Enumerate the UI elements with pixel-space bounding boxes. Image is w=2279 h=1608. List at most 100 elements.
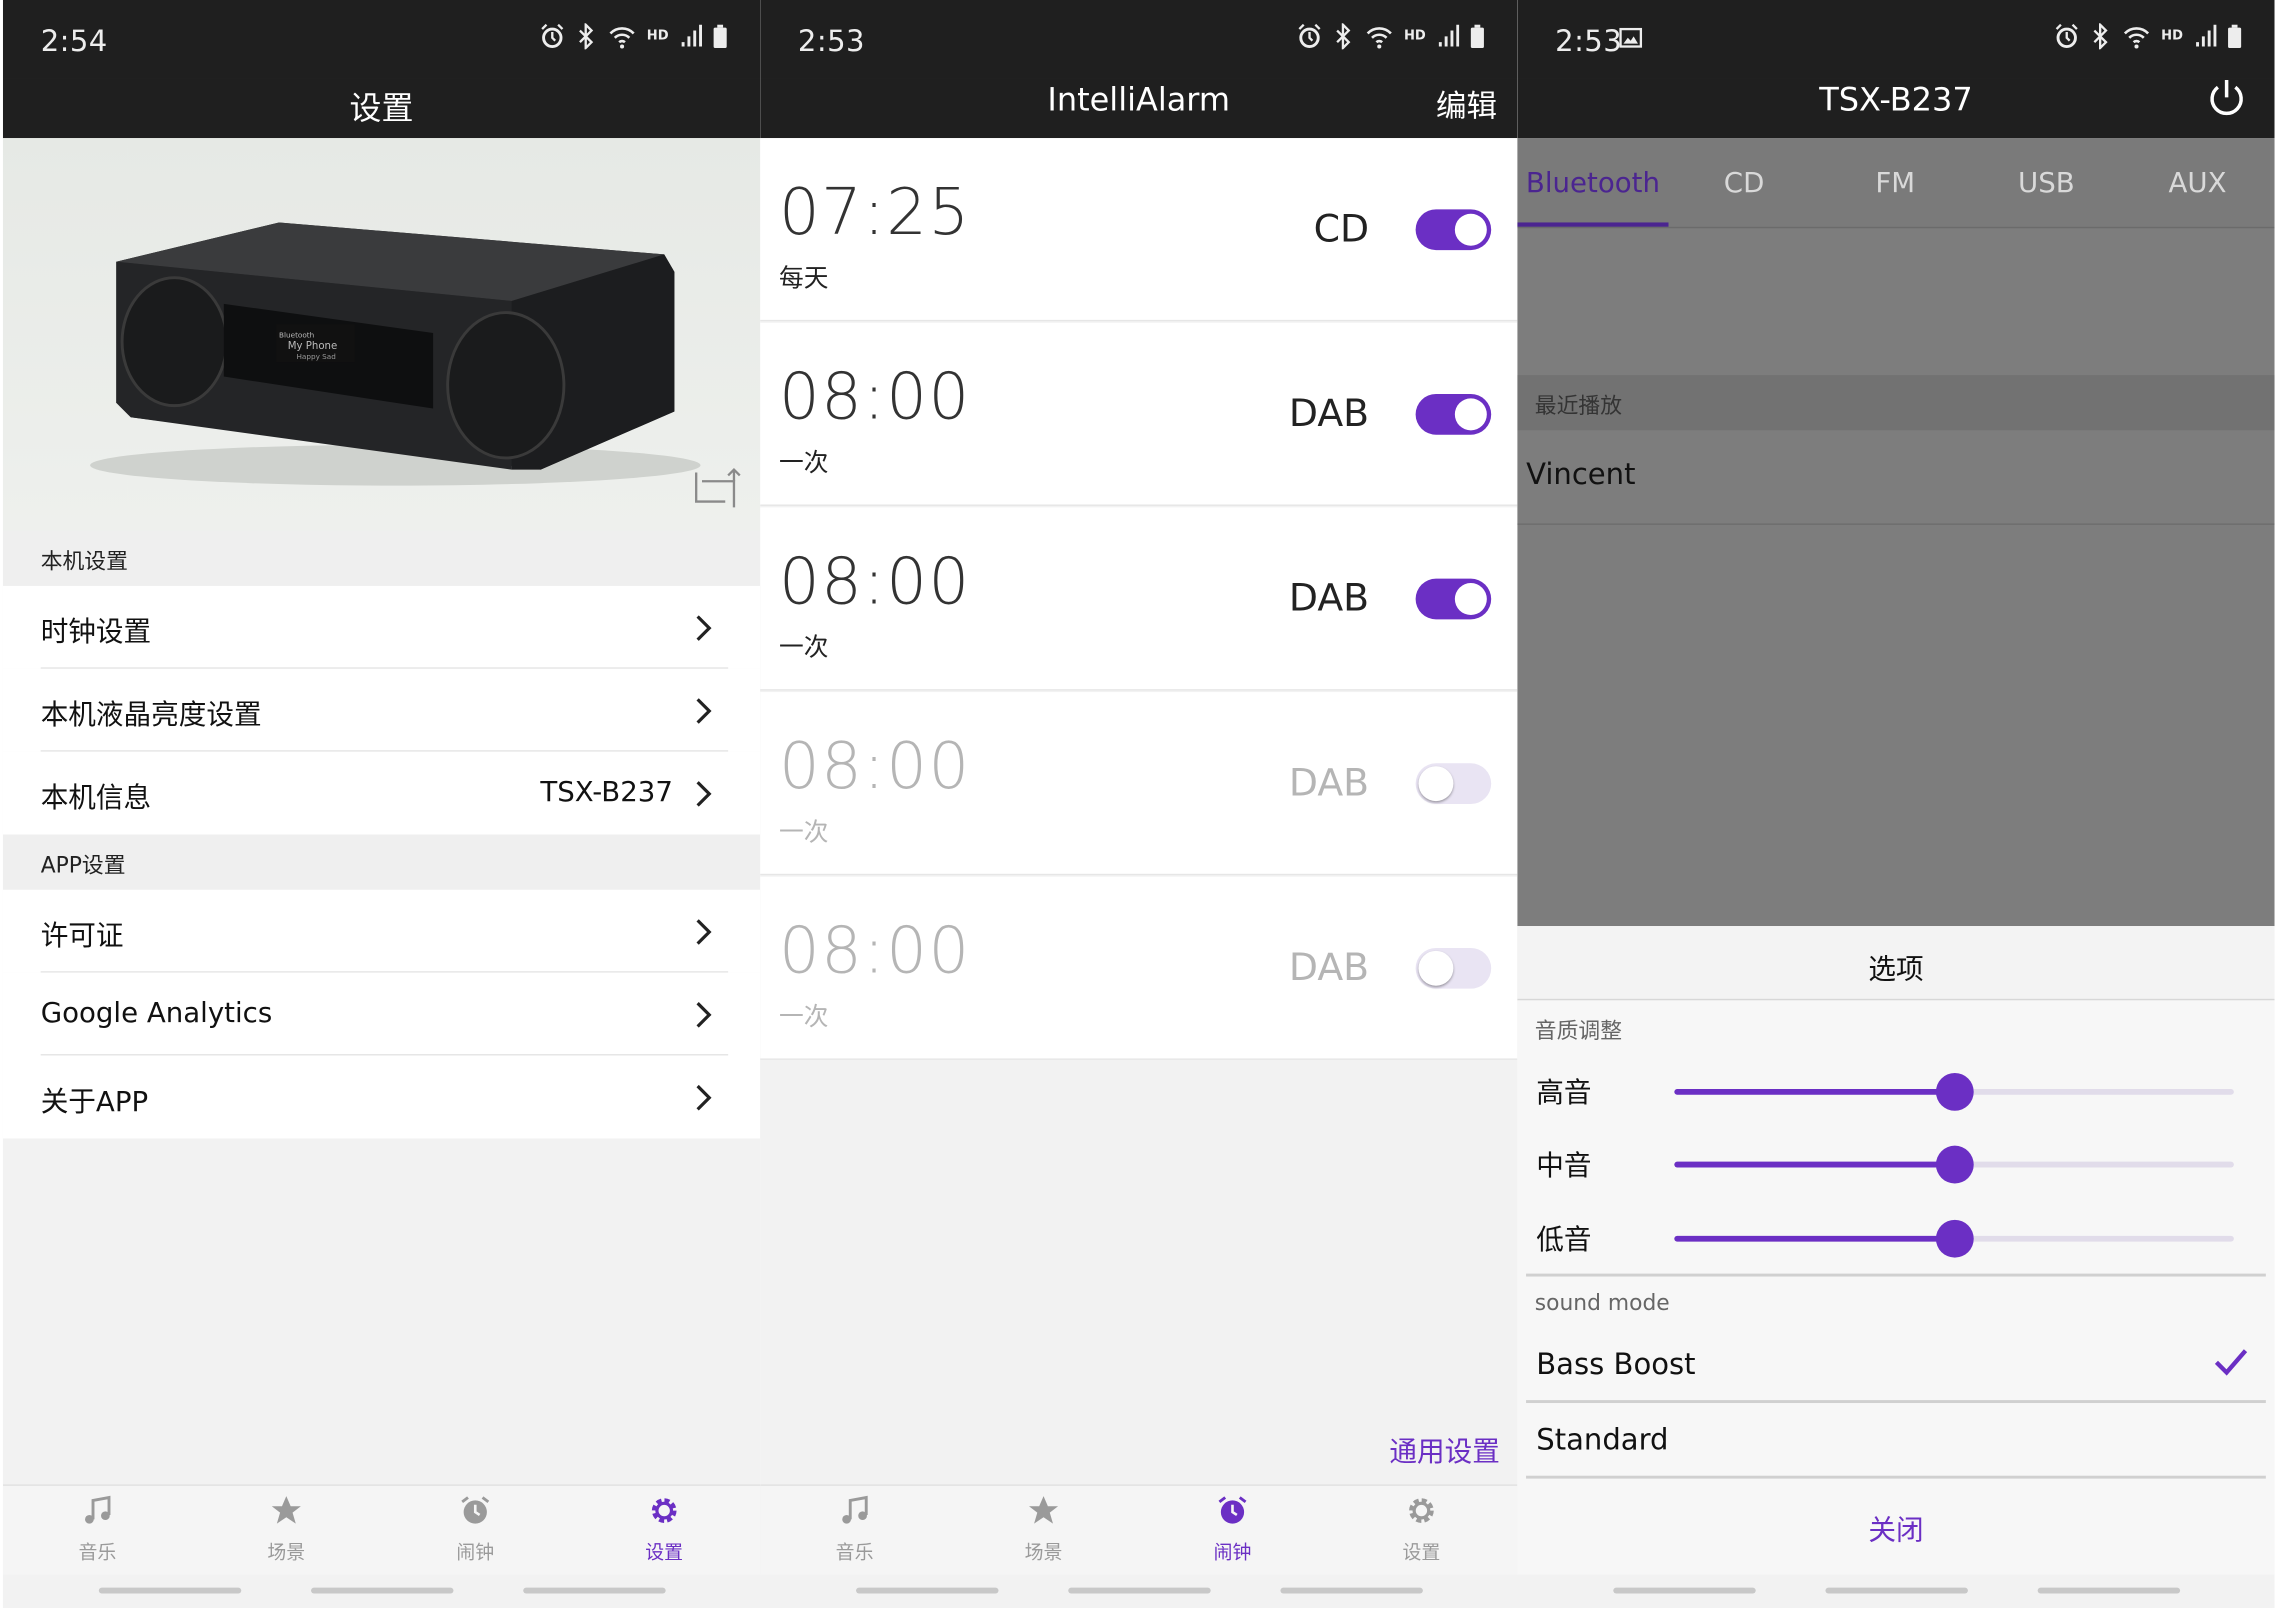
speaker-display-line3: Happy Sad	[296, 352, 335, 361]
chevron-right-icon	[696, 1002, 712, 1028]
battery-icon	[713, 24, 727, 48]
alarm-clock-icon	[461, 1496, 490, 1524]
rotate-device-icon[interactable]	[693, 467, 745, 511]
status-bar: 2:53 HD	[1517, 0, 2275, 79]
tab-scenes[interactable]: 场景	[949, 1486, 1138, 1576]
speaker-illustration: Bluetooth My Phone Happy Sad	[90, 222, 701, 486]
mode-standard[interactable]: Standard	[1526, 1404, 2266, 1480]
bottom-tab-bar: 音乐 场景 闹钟 设置	[760, 1484, 1518, 1576]
checkmark-icon	[2214, 1349, 2248, 1376]
system-nav-bar	[2, 1574, 761, 1608]
device-image: Bluetooth My Phone Happy Sad	[2, 138, 761, 531]
nav-home[interactable]	[1068, 1587, 1211, 1594]
row-about-app[interactable]: 关于APP	[2, 1055, 761, 1139]
tab-alarm[interactable]: 闹钟	[381, 1486, 570, 1576]
row-label: 本机液晶亮度设置	[40, 699, 262, 732]
status-time: 2:53	[797, 23, 865, 59]
edit-button[interactable]: 编辑	[1436, 83, 1497, 127]
alarm-toggle[interactable]	[1415, 947, 1492, 989]
settings-screen: 2:54 HD 设置 Bluetooth My Phone Happy Sad	[2, 0, 761, 1608]
tab-settings[interactable]: 设置	[570, 1486, 759, 1576]
treble-slider[interactable]	[1674, 1072, 2234, 1111]
alarm-time: 08:00	[779, 360, 971, 435]
general-settings-link[interactable]: 通用设置	[1389, 1431, 1499, 1470]
alarm-repeat: 每天	[779, 264, 829, 294]
tab-cd[interactable]: CD	[1669, 138, 1820, 227]
alarm-icon	[1298, 23, 1321, 48]
tab-settings[interactable]: 设置	[1327, 1486, 1516, 1576]
recent-item[interactable]: Vincent	[1517, 430, 2275, 525]
page-title: IntelliAlarm	[1047, 82, 1231, 120]
close-button[interactable]: 关闭	[1517, 1509, 2274, 1548]
power-icon[interactable]	[2205, 76, 2249, 120]
tab-scenes[interactable]: 场景	[192, 1486, 381, 1576]
alarm-screen: 2:53 HD IntelliAlarm 编辑 07:25 每天 CD 08:0…	[760, 0, 1518, 1608]
nav-back[interactable]	[523, 1587, 666, 1594]
section-header-device: 本机设置	[2, 530, 761, 586]
slider-thumb[interactable]	[1935, 1145, 1973, 1184]
device-model-value: TSX-B237	[540, 776, 673, 809]
alarm-item[interactable]: 08:00 一次 DAB	[760, 692, 1518, 876]
tab-label: 场景	[1024, 1542, 1063, 1565]
divider	[1526, 1400, 2266, 1404]
nav-back[interactable]	[2037, 1587, 2181, 1594]
eq-header: 音质调整	[1534, 1017, 1623, 1044]
nav-recents[interactable]	[856, 1587, 999, 1594]
status-bar: 2:53 HD	[760, 0, 1518, 79]
battery-icon	[1470, 24, 1484, 48]
bass-slider[interactable]	[1674, 1219, 2234, 1258]
alarm-repeat: 一次	[779, 449, 829, 479]
alarm-toggle[interactable]	[1415, 578, 1492, 620]
alarm-source: DAB	[1288, 946, 1370, 991]
gear-icon	[651, 1498, 677, 1523]
source-tabs: Bluetooth CD FM USB AUX	[1517, 138, 2275, 227]
tab-usb[interactable]: USB	[1971, 138, 2122, 227]
alarm-item[interactable]: 08:00 一次 DAB	[760, 322, 1518, 506]
tab-aux[interactable]: AUX	[2122, 138, 2273, 227]
page-title: TSX-B237	[1819, 82, 1973, 120]
mode-bass-boost[interactable]: Bass Boost	[1526, 1329, 2266, 1405]
slider-fill	[1674, 1235, 1955, 1242]
tab-bluetooth[interactable]: Bluetooth	[1517, 138, 1669, 227]
tab-music[interactable]: 音乐	[3, 1486, 192, 1576]
row-label: Google Analytics	[40, 997, 273, 1030]
row-google-analytics[interactable]: Google Analytics	[2, 972, 761, 1056]
battery-icon	[2228, 24, 2242, 48]
nav-home[interactable]	[311, 1587, 454, 1594]
alarm-item[interactable]: 08:00 一次 DAB	[760, 507, 1518, 691]
status-icons: HD	[1298, 23, 1486, 50]
slider-thumb[interactable]	[1935, 1072, 1973, 1111]
toggle-knob	[1454, 583, 1487, 615]
tab-label: 闹钟	[1213, 1542, 1252, 1565]
mode-label: Bass Boost	[1536, 1346, 1696, 1382]
tab-fm[interactable]: FM	[1820, 138, 1971, 227]
mid-slider[interactable]	[1674, 1145, 2234, 1184]
alarm-time: 08:00	[779, 545, 971, 620]
music-note-icon	[842, 1495, 868, 1524]
star-icon	[271, 1496, 301, 1524]
row-device-info[interactable]: 本机信息 TSX-B237	[2, 751, 761, 835]
alarm-item[interactable]: 07:25 每天 CD	[760, 138, 1518, 322]
nav-home[interactable]	[1825, 1587, 1968, 1594]
recent-played-header: 最近播放	[1517, 375, 2275, 431]
row-license[interactable]: 许可证	[2, 889, 761, 973]
alarm-toggle[interactable]	[1415, 209, 1492, 251]
alarm-icon	[2055, 23, 2078, 48]
system-nav-bar	[1517, 1574, 2275, 1608]
alarm-toggle[interactable]	[1415, 394, 1492, 435]
alarm-item[interactable]: 08:00 一次 DAB	[760, 876, 1518, 1060]
nav-recents[interactable]	[98, 1587, 242, 1594]
nav-recents[interactable]	[1613, 1587, 1756, 1594]
tab-music[interactable]: 音乐	[760, 1486, 949, 1576]
slider-thumb[interactable]	[1935, 1219, 1973, 1258]
system-nav-bar	[760, 1574, 1518, 1608]
signal-icon	[2196, 24, 2217, 47]
toggle-knob	[1418, 766, 1454, 802]
eq-label: 高音	[1536, 1077, 1592, 1110]
row-clock-settings[interactable]: 时钟设置	[2, 585, 761, 669]
alarm-toggle[interactable]	[1415, 763, 1492, 805]
tab-alarm[interactable]: 闹钟	[1138, 1486, 1327, 1576]
row-lcd-brightness[interactable]: 本机液晶亮度设置	[2, 668, 761, 752]
eq-label: 低音	[1536, 1224, 1592, 1257]
nav-back[interactable]	[1280, 1587, 1423, 1594]
